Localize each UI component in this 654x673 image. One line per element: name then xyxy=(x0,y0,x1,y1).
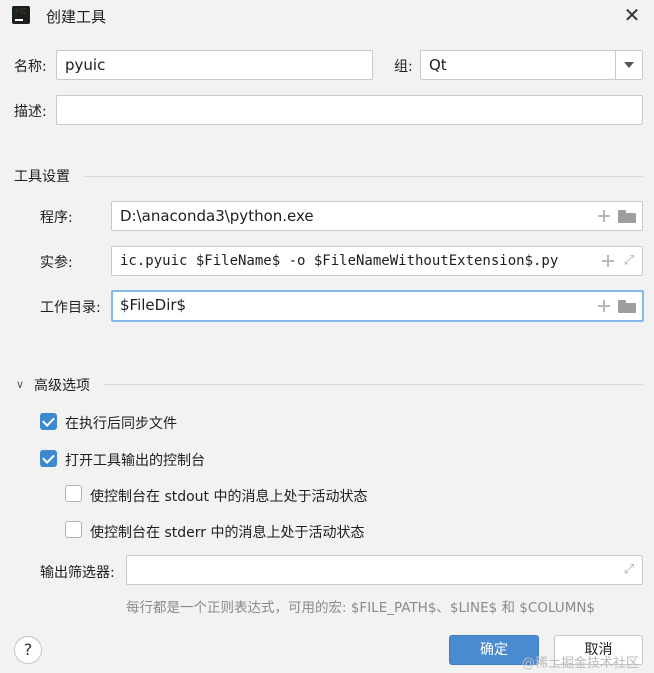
args-value: ic.pyuic $FileName$ -o $FileNameWithoutE… xyxy=(120,253,559,269)
program-label: 程序: xyxy=(40,210,73,226)
advanced-separator xyxy=(104,384,643,385)
description-label: 描述: xyxy=(14,104,47,120)
args-label: 实参: xyxy=(40,255,73,271)
folder-icon[interactable] xyxy=(618,209,636,223)
advanced-options-title[interactable]: 高级选项 xyxy=(34,375,90,395)
sync-files-label: 在执行后同步文件 xyxy=(65,416,177,432)
output-filter-input[interactable]: ⤢ xyxy=(126,555,643,585)
description-input[interactable] xyxy=(56,95,643,125)
name-label: 名称: xyxy=(14,59,47,75)
close-icon[interactable]: ✕ xyxy=(620,2,644,28)
group-label: 组: xyxy=(394,59,413,75)
tool-settings-separator xyxy=(84,176,643,177)
expand-icon[interactable]: ⤢ xyxy=(622,254,636,268)
window-title: 创建工具 xyxy=(46,8,107,26)
help-button[interactable]: ? xyxy=(14,636,42,664)
plus-icon[interactable] xyxy=(598,300,610,312)
tool-settings-title: 工具设置 xyxy=(14,169,70,185)
logo-text: PC xyxy=(14,7,26,16)
open-console-label: 打开工具输出的控制台 xyxy=(65,453,205,469)
group-combobox[interactable]: Qt xyxy=(420,50,643,80)
args-input[interactable]: ic.pyuic $FileName$ -o $FileNameWithoutE… xyxy=(111,246,643,276)
chevron-down-icon[interactable] xyxy=(615,51,642,79)
program-value: D:\anaconda3\python.exe xyxy=(120,207,314,225)
sync-files-checkbox[interactable] xyxy=(40,413,57,430)
output-filter-hint: 每行都是一个正则表达式，可用的宏: $FILE_PATH$、$LINE$ 和 $… xyxy=(126,600,596,616)
workdir-label: 工作目录: xyxy=(40,300,101,316)
expand-icon[interactable]: ⤢ xyxy=(622,563,636,577)
help-icon: ? xyxy=(23,640,33,659)
plus-icon[interactable] xyxy=(602,255,614,267)
program-input[interactable]: D:\anaconda3\python.exe xyxy=(111,201,643,231)
chevron-down-icon[interactable]: ∨ xyxy=(16,378,24,391)
folder-icon[interactable] xyxy=(618,299,636,313)
stderr-label: 使控制台在 stderr 中的消息上处于活动状态 xyxy=(90,525,365,541)
workdir-input[interactable]: $FileDir$ xyxy=(111,290,644,322)
stderr-checkbox[interactable] xyxy=(65,521,82,538)
pycharm-logo-icon: PC xyxy=(12,6,30,24)
name-input[interactable]: pyuic xyxy=(56,50,373,80)
stdout-checkbox[interactable] xyxy=(65,485,82,502)
watermark: @稀土掘金技术社区 xyxy=(522,656,640,671)
stdout-label: 使控制台在 stdout 中的消息上处于活动状态 xyxy=(90,489,368,505)
open-console-checkbox[interactable] xyxy=(40,450,57,467)
title-bar: PC 创建工具 ✕ xyxy=(0,0,654,32)
workdir-value: $FileDir$ xyxy=(120,296,187,314)
group-value: Qt xyxy=(429,56,447,74)
plus-icon[interactable] xyxy=(598,210,610,222)
output-filter-label: 输出筛选器: xyxy=(40,565,115,581)
